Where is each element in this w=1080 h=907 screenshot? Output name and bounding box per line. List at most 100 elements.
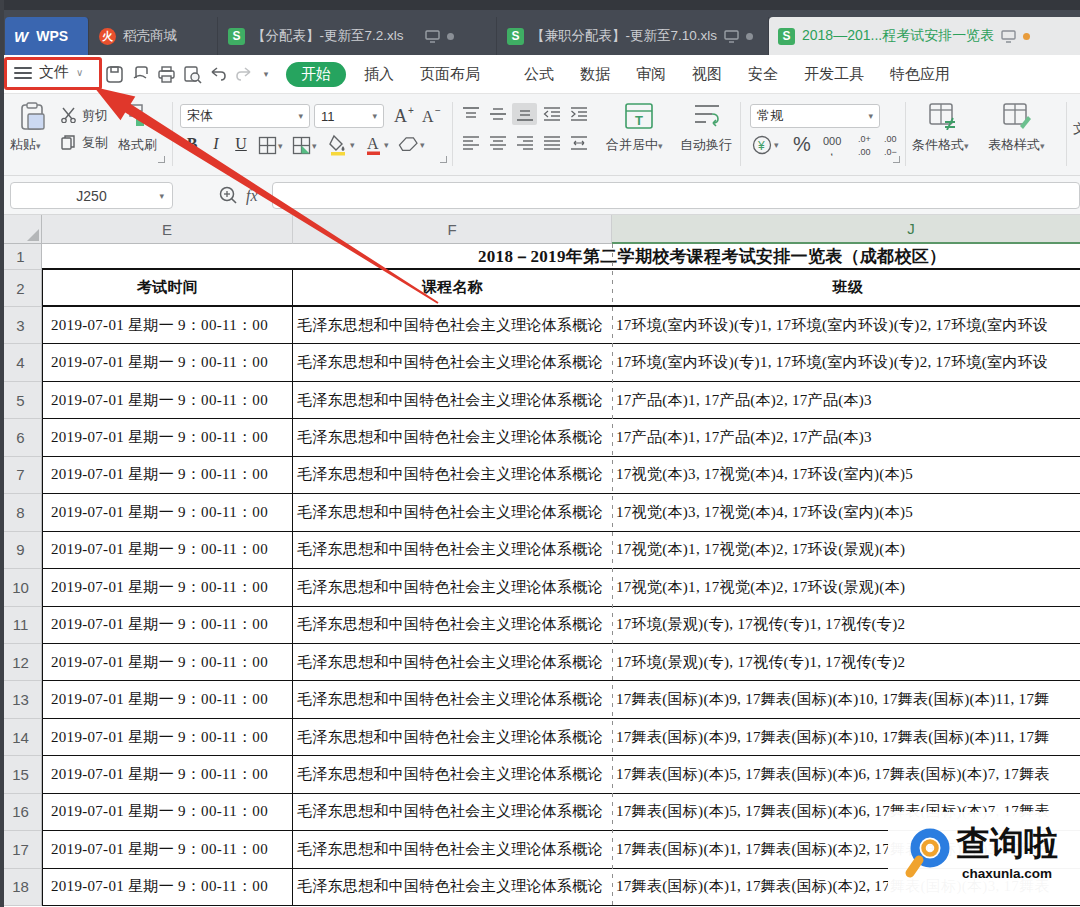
font-dialog-launcher[interactable] (440, 156, 447, 163)
cell-exam-time[interactable]: 2019-07-01 星期一 9：00-11：00 (42, 869, 293, 906)
menu-tab-page-layout[interactable]: 页面布局 (407, 65, 493, 84)
cell-course[interactable]: 毛泽东思想和中国特色社会主义理论体系概论 (293, 307, 612, 344)
wrap-text-button[interactable]: 自动换行 (680, 136, 732, 154)
cut-button[interactable]: 剪切 (82, 107, 108, 125)
align-right-icon[interactable] (512, 132, 537, 154)
cell-classes[interactable]: 17环境(室内环设)(专)1, 17环境(室内环设)(专)2, 17环境(室内环… (612, 344, 1080, 381)
row-header-17[interactable]: 17 (0, 831, 42, 868)
format-painter-button[interactable]: 格式刷 (118, 136, 157, 154)
cell-exam-time[interactable]: 2019-07-01 星期一 9：00-11：00 (42, 457, 293, 494)
cell-classes[interactable]: 17环境(室内环设)(专)1, 17环境(室内环设)(专)2, 17环境(室内环… (612, 307, 1080, 344)
row-header-14[interactable]: 14 (0, 719, 42, 756)
output-button[interactable] (130, 61, 150, 87)
cell-course[interactable]: 毛泽东思想和中国特色社会主义理论体系概论 (293, 756, 612, 793)
tab-wps-home[interactable]: W WPS (5, 17, 89, 55)
cell-exam-time[interactable]: 2019-07-01 星期一 9：00-11：00 (42, 569, 293, 606)
increase-indent-icon[interactable] (566, 103, 591, 125)
row-header-1[interactable]: 1 (0, 244, 42, 270)
number-dialog-launcher[interactable] (893, 156, 900, 163)
formula-input[interactable] (272, 182, 1080, 209)
increase-font-icon[interactable]: A+ (392, 104, 418, 126)
align-bottom-icon[interactable] (512, 103, 537, 125)
comma-style-icon[interactable]: 000, (822, 132, 852, 156)
row-header-13[interactable]: 13 (0, 681, 42, 718)
distribute-icon[interactable] (566, 132, 591, 154)
font-name-select[interactable]: 宋体▾ (180, 104, 310, 128)
row-header-9[interactable]: 9 (0, 532, 42, 569)
cell-classes[interactable]: 17视觉(本)1, 17视觉(本)2, 17环设(景观)(本) (612, 532, 1080, 569)
row-header-3[interactable]: 3 (0, 307, 42, 344)
column-header-F[interactable]: F (293, 215, 612, 244)
undo-button[interactable] (208, 61, 228, 87)
fill-color-icon[interactable]: ▾ (328, 134, 355, 156)
zoom-formula-icon[interactable] (218, 185, 240, 207)
number-format-select[interactable]: 常规▾ (750, 104, 880, 128)
cell-course[interactable]: 毛泽东思想和中国特色社会主义理论体系概论 (293, 457, 612, 494)
copy-button[interactable]: 复制 (82, 134, 108, 152)
cell-course[interactable]: 毛泽东思想和中国特色社会主义理论体系概论 (293, 419, 612, 456)
row-header-2[interactable]: 2 (0, 270, 42, 307)
cell-exam-time[interactable]: 2019-07-01 星期一 9：00-11：00 (42, 344, 293, 381)
borders-icon[interactable]: ▾ (258, 136, 283, 156)
cell-exam-time[interactable]: 2019-07-01 星期一 9：00-11：00 (42, 532, 293, 569)
percent-icon[interactable]: % (792, 132, 816, 156)
font-size-select[interactable]: 11▾ (314, 104, 384, 128)
cell-classes[interactable]: 17视觉(本)1, 17视觉(本)2, 17环设(景观)(本) (612, 569, 1080, 606)
align-center-icon[interactable] (485, 132, 510, 154)
quick-access-more-icon[interactable]: ▾ (260, 61, 272, 87)
table-style-button[interactable]: 表格样式▾ (988, 136, 1045, 154)
justify-icon[interactable] (539, 132, 564, 154)
row-header-12[interactable]: 12 (0, 644, 42, 681)
menu-tab-review[interactable]: 审阅 (623, 65, 679, 84)
cell-classes[interactable]: 17视觉(本)3, 17视觉(本)4, 17环设(室内)(本)5 (612, 457, 1080, 494)
menu-tab-special-features[interactable]: 特色应用 (877, 65, 963, 84)
cell-exam-time[interactable]: 2019-07-01 星期一 9：00-11：00 (42, 644, 293, 681)
currency-icon[interactable]: ¥▾ (752, 134, 779, 156)
italic-button[interactable]: I (210, 135, 222, 153)
tab-workbook-1[interactable]: S 【分配表】-更新至7.2.xls (219, 17, 497, 55)
cell-exam-time[interactable]: 2019-07-01 星期一 9：00-11：00 (42, 307, 293, 344)
menu-tab-dev-tools[interactable]: 开发工具 (791, 65, 877, 84)
cell-exam-time[interactable]: 2019-07-01 星期一 9：00-11：00 (42, 719, 293, 756)
cell-header-course[interactable]: 课程名称 (293, 270, 612, 307)
menu-tab-data[interactable]: 数据 (567, 65, 623, 84)
font-color-icon[interactable]: A▾ (364, 134, 389, 156)
menu-tab-formulas[interactable]: 公式 (511, 65, 567, 84)
merge-center-button[interactable]: 合并居中▾ (606, 136, 663, 154)
cell-course[interactable]: 毛泽东思想和中国特色社会主义理论体系概论 (293, 719, 612, 756)
row-header-5[interactable]: 5 (0, 382, 42, 419)
paste-icon[interactable] (18, 102, 48, 132)
menu-tab-security[interactable]: 安全 (735, 65, 791, 84)
conditional-format-button[interactable]: 条件格式▾ (912, 136, 969, 154)
save-button[interactable] (104, 61, 124, 87)
align-top-icon[interactable] (458, 103, 483, 125)
row-header-6[interactable]: 6 (0, 419, 42, 456)
row-header-8[interactable]: 8 (0, 494, 42, 531)
column-header-E[interactable]: E (42, 215, 293, 244)
cell-course[interactable]: 毛泽东思想和中国特色社会主义理论体系概论 (293, 607, 612, 644)
cell-exam-time[interactable]: 2019-07-01 星期一 9：00-11：00 (42, 831, 293, 868)
align-left-icon[interactable] (458, 132, 483, 154)
cell-classes[interactable]: 17产品(本)1, 17产品(本)2, 17产品(本)3 (612, 419, 1080, 456)
paste-button[interactable]: 粘贴▾ (10, 136, 41, 154)
select-all-corner[interactable] (0, 215, 42, 244)
name-box[interactable]: J250▾ (10, 182, 173, 209)
redo-button[interactable] (234, 61, 254, 87)
cell-header-classes[interactable]: 班级 (612, 270, 1080, 307)
cell-classes[interactable]: 17环境(景观)(专), 17视传(专)1, 17视传(专)2 (612, 644, 1080, 681)
tab-docer-store[interactable]: 火 稻壳商城 (90, 17, 218, 55)
row-header-16[interactable]: 16 (0, 794, 42, 831)
cell-exam-time[interactable]: 2019-07-01 星期一 9：00-11：00 (42, 756, 293, 793)
cell-course[interactable]: 毛泽东思想和中国特色社会主义理论体系概论 (293, 831, 612, 868)
cell-classes[interactable]: 17环境(景观)(专), 17视传(专)1, 17视传(专)2 (612, 607, 1080, 644)
cell-exam-time[interactable]: 2019-07-01 星期一 9：00-11：00 (42, 607, 293, 644)
row-header-18[interactable]: 18 (0, 869, 42, 906)
cell-exam-time[interactable]: 2019-07-01 星期一 9：00-11：00 (42, 794, 293, 831)
row-header-10[interactable]: 10 (0, 569, 42, 606)
cell-exam-time[interactable]: 2019-07-01 星期一 9：00-11：00 (42, 382, 293, 419)
print-button[interactable] (156, 61, 176, 87)
align-middle-icon[interactable] (485, 103, 510, 125)
cell-classes[interactable]: 17舞表(国标)(本)5, 17舞表(国标)(本)6, 17舞表(国标)(本)7… (612, 756, 1080, 793)
cell-course[interactable]: 毛泽东思想和中国特色社会主义理论体系概论 (293, 869, 612, 906)
increase-decimal-icon[interactable]: .0+.00 (856, 132, 882, 158)
